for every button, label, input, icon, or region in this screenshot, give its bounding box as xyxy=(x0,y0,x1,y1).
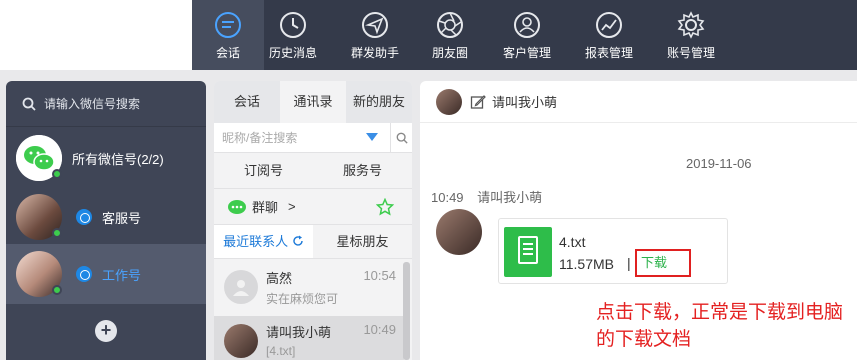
chat-icon xyxy=(215,12,241,38)
file-separator: | xyxy=(627,255,631,271)
account-type-icon xyxy=(76,266,92,282)
nav-label: 群发助手 xyxy=(350,46,399,60)
dropdown-arrow-icon[interactable] xyxy=(366,133,378,141)
nav-label: 账号管理 xyxy=(666,46,715,60)
nav-label: 客户管理 xyxy=(502,46,551,60)
contact-filter-row: 最近联系人 星标朋友 xyxy=(214,225,412,259)
group-chat-row[interactable]: 群聊 > xyxy=(214,189,412,225)
file-size: 11.57MB xyxy=(559,256,614,272)
document-icon xyxy=(504,227,552,277)
conversation-item[interactable]: 高然 实在麻烦您可 10:54 xyxy=(214,262,404,314)
send-icon xyxy=(362,12,388,38)
conversation-item-selected[interactable]: 请叫我小萌 [4.txt] 10:49 xyxy=(214,316,404,360)
conversation-text: 请叫我小萌 [4.txt] 10:49 xyxy=(266,316,404,360)
aperture-icon xyxy=(437,12,463,38)
nav-label: 报表管理 xyxy=(584,46,633,60)
group-chat-icon xyxy=(228,199,246,214)
message-meta: 10:49 请叫我小萌 xyxy=(431,187,542,206)
top-navigation: 会话 历史消息 群发助手 朋友圈 客户管理 报表管理 账号管理 xyxy=(0,0,857,70)
message-sender: 请叫我小萌 xyxy=(477,190,543,205)
add-account-button[interactable]: + xyxy=(95,320,117,342)
nav-item-history[interactable]: 历史消息 xyxy=(257,0,329,70)
account-search-placeholder: 请输入微信号搜索 xyxy=(44,97,141,111)
nav-item-sessions[interactable]: 会话 xyxy=(192,0,264,70)
search-icon xyxy=(22,97,36,111)
expand-arrow: > xyxy=(288,199,296,214)
gear-icon xyxy=(677,11,705,39)
account-label-row: 客服号 xyxy=(76,208,141,227)
account-search[interactable]: 请输入微信号搜索 xyxy=(6,81,206,127)
avatar xyxy=(16,194,62,240)
star-icon[interactable] xyxy=(376,198,394,216)
account-type-row: 订阅号 服务号 xyxy=(214,153,412,189)
account-panel: 请输入微信号搜索 所有微信号(2/2) 客服号 工作号 + xyxy=(6,81,206,360)
chat-panel: 请叫我小萌 2019-11-06 10:49 请叫我小萌 4.txt 11.57… xyxy=(420,81,857,360)
conversation-time: 10:49 xyxy=(363,322,396,337)
nav-label: 会话 xyxy=(215,46,240,60)
nav-item-broadcast[interactable]: 群发助手 xyxy=(339,0,411,70)
person-silhouette-icon xyxy=(233,280,249,296)
date-divider: 2019-11-06 xyxy=(686,156,752,171)
nav-item-accounts[interactable]: 账号管理 xyxy=(655,0,727,70)
tab-new-friends[interactable]: 新的朋友 xyxy=(346,81,412,123)
tab-address-book[interactable]: 通讯录 xyxy=(280,81,346,123)
conversation-text: 高然 实在麻烦您可 10:54 xyxy=(266,262,404,314)
nav-item-moments[interactable]: 朋友圈 xyxy=(414,0,486,70)
contact-search-input[interactable]: 昵称/备注搜索 xyxy=(214,123,412,153)
avatar xyxy=(224,324,258,358)
file-glyph-icon xyxy=(518,236,538,264)
nav-item-reports[interactable]: 报表管理 xyxy=(573,0,645,70)
nav-label: 朋友圈 xyxy=(431,46,468,60)
account-name: 客服号 xyxy=(102,210,142,226)
contact-list-scrollbar[interactable] xyxy=(403,262,410,360)
conversation-preview: 实在麻烦您可 xyxy=(266,292,339,306)
nav-label: 历史消息 xyxy=(268,46,317,60)
contact-search-button[interactable] xyxy=(390,123,412,153)
recent-contacts-label: 最近联系人 xyxy=(223,234,289,249)
search-icon xyxy=(396,132,408,144)
chat-header: 请叫我小萌 xyxy=(420,81,857,123)
account-name: 工作号 xyxy=(102,267,142,283)
nav-item-customers[interactable]: 客户管理 xyxy=(491,0,563,70)
service-accounts[interactable]: 服务号 xyxy=(313,153,412,188)
recent-contacts-tab[interactable]: 最近联系人 xyxy=(214,225,313,258)
tab-sessions[interactable]: 会话 xyxy=(214,81,280,123)
subscription-accounts[interactable]: 订阅号 xyxy=(214,153,313,188)
file-message-card[interactable]: 4.txt 11.57MB | 下载 xyxy=(498,218,728,284)
refresh-icon xyxy=(293,235,303,246)
online-indicator xyxy=(52,285,62,295)
conversation-preview: [4.txt] xyxy=(266,344,296,358)
clock-icon xyxy=(280,12,306,38)
report-icon xyxy=(596,12,622,38)
starred-friends-tab[interactable]: 星标朋友 xyxy=(313,225,412,258)
wechat-logo-avatar xyxy=(16,135,62,181)
edit-icon[interactable] xyxy=(470,94,486,110)
user-icon xyxy=(514,12,540,38)
online-indicator xyxy=(52,169,62,179)
avatar xyxy=(436,88,462,115)
message-time: 10:49 xyxy=(431,190,464,205)
contact-search-placeholder: 昵称/备注搜索 xyxy=(222,131,298,145)
online-indicator xyxy=(52,228,62,238)
group-chat-label: 群聊 xyxy=(252,200,279,215)
avatar xyxy=(16,251,62,297)
contact-tabs: 会话 通讯录 新的朋友 xyxy=(214,81,412,123)
all-accounts-item[interactable]: 所有微信号(2/2) xyxy=(6,128,206,188)
account-label-row: 工作号 xyxy=(76,265,141,284)
download-button[interactable]: 下载 xyxy=(635,249,691,277)
chat-title: 请叫我小萌 xyxy=(492,95,558,110)
default-avatar-icon xyxy=(224,270,258,304)
annotation-note: 点击下载，正常是下载到电脑的下载文档 xyxy=(596,302,844,350)
account-item-work[interactable]: 工作号 xyxy=(6,244,206,304)
sender-avatar[interactable] xyxy=(436,209,482,255)
contact-panel: 会话 通讯录 新的朋友 昵称/备注搜索 订阅号 服务号 群聊 > 最近联系人 星… xyxy=(214,81,412,360)
file-name: 4.txt xyxy=(559,234,586,250)
all-accounts-label: 所有微信号(2/2) xyxy=(72,151,164,167)
conversation-time: 10:54 xyxy=(363,268,396,283)
account-type-icon xyxy=(76,209,92,225)
account-item-service[interactable]: 客服号 xyxy=(6,187,206,247)
